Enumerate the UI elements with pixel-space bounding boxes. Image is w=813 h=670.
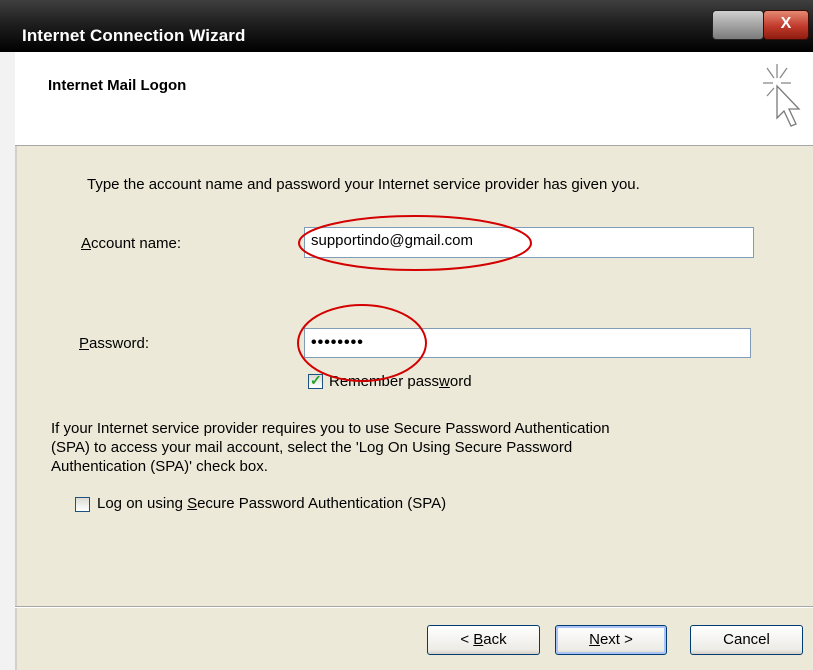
spa-checkbox-label: Log on using Secure Password Authenticat… [97, 495, 447, 512]
spa-description: If your Internet service provider requir… [51, 419, 731, 476]
button-divider [15, 606, 813, 608]
window-title: Internet Connection Wizard [22, 26, 246, 45]
spa-checkbox[interactable] [75, 497, 90, 512]
account-name-input[interactable]: supportindo@gmail.com [304, 227, 754, 258]
spa-description-line: If your Internet service provider requir… [51, 420, 610, 437]
wizard-window: Internet Connection Wizard X Internet Ma… [0, 0, 813, 670]
spa-description-line: Authentication (SPA)' check box. [51, 458, 268, 475]
wizard-header: Internet Mail Logon [15, 52, 813, 146]
page-title: Internet Mail Logon [48, 77, 187, 94]
remember-password-checkbox[interactable] [308, 372, 323, 389]
close-icon: X [780, 15, 792, 32]
close-button[interactable]: X [763, 10, 809, 40]
intro-text: Type the account name and password your … [87, 176, 640, 193]
spa-description-line: (SPA) to access your mail account, selec… [51, 439, 573, 456]
title-bar-button[interactable] [712, 10, 764, 40]
next-button[interactable]: Next > [555, 625, 667, 655]
password-label: Password: [79, 335, 150, 352]
wizard-cursor-icon [763, 64, 801, 127]
account-name-label: Account name: [81, 235, 182, 252]
cancel-button[interactable]: Cancel [690, 625, 803, 655]
title-bar: Internet Connection Wizard X [0, 0, 813, 52]
password-input[interactable]: •••••••• [304, 328, 751, 358]
remember-password-label: Remember password [329, 373, 472, 390]
back-button[interactable]: < Back [427, 625, 540, 655]
